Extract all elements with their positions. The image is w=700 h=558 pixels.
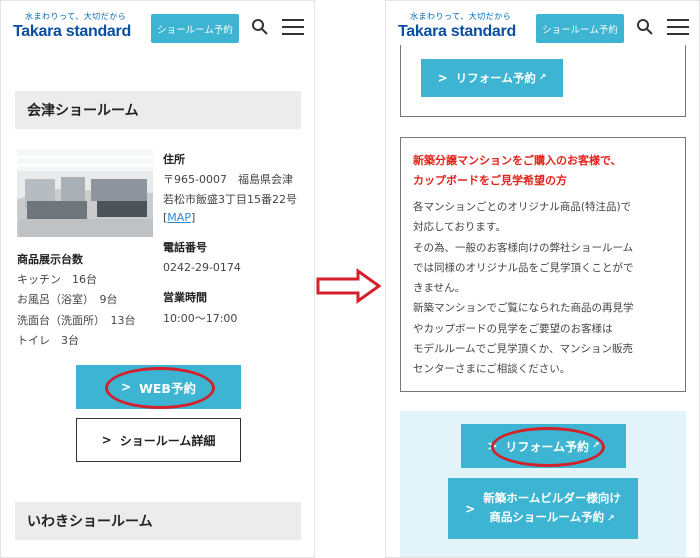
web-reserve-button[interactable]: > WEB予約 [76, 365, 241, 409]
takara-logo[interactable]: Takara standard [13, 23, 131, 41]
notice-body-line: では同様のオリジナル品をご見学頂くことがで [413, 262, 634, 274]
display-item-bath: お風呂（浴室） 9台 [17, 293, 118, 306]
showroom-photo [17, 149, 153, 237]
reform-reserve-button[interactable]: > リフォーム予約 ↗ [461, 424, 626, 468]
business-hours: 10:00～17:00 [163, 312, 238, 325]
right-phone-screen: 水まわりって、大切だから Takara standard ショールーム予約 > … [385, 0, 700, 558]
web-reserve-label: WEB予約 [139, 380, 196, 396]
logo-tagline: 水まわりって、大切だから [25, 12, 127, 21]
showroom-detail-button[interactable]: > ショールーム詳細 [76, 418, 241, 462]
notice-body-line: モデルルームでご見学頂くか、マンション販売 [413, 343, 633, 355]
reform-reserve-label: リフォーム予約 [505, 439, 590, 454]
builder-label-line-2: 商品ショールーム予約 ↗ [489, 509, 615, 524]
address-line-1: 〒965-0007 福島県会津 [163, 173, 293, 186]
external-link-icon: ↗ [538, 73, 547, 83]
chevron-right-icon: > [465, 501, 476, 516]
builder-label: 新築ホームビルダー様向け 商品ショールーム予約 ↗ [483, 489, 621, 529]
builder-showroom-reserve-button[interactable]: > 新築ホームビルダー様向け 商品ショールーム予約 ↗ [448, 478, 638, 539]
hours-heading: 営業時間 [163, 291, 207, 304]
hamburger-menu-icon[interactable] [282, 19, 304, 35]
display-item-washstand: 洗面台（洗面所） 13台 [17, 314, 136, 327]
notice-body-line: 新築マンションでご覧になられた商品の再見学 [413, 302, 634, 314]
reform-reserve-top-button[interactable]: > リフォーム予約 ↗ [421, 59, 563, 97]
hamburger-menu-icon[interactable] [667, 19, 689, 35]
chevron-right-icon: > [121, 380, 132, 394]
showroom-reserve-button[interactable]: ショールーム予約 [151, 14, 239, 43]
notice-body-line: 対応しております。 [413, 221, 506, 233]
left-phone-screen: 水まわりって、大切だから Takara standard ショールーム予約 会津… [0, 0, 315, 558]
reform-reserve-top-label: リフォーム予約 [455, 71, 536, 85]
notice-body-line: その為、一般のお客様向けの弊社ショールーム [413, 242, 634, 254]
display-item-kitchen: キッチン 16台 [17, 273, 97, 286]
notice-body-line: きません。 [413, 282, 466, 294]
address-line-2: 若松市飯盛3丁目15番22号 [163, 193, 297, 206]
logo-tagline: 水まわりって、大切だから [410, 12, 512, 21]
next-showroom-title: いわきショールーム [15, 502, 301, 540]
showroom-reserve-button[interactable]: ショールーム予約 [536, 14, 624, 43]
chevron-right-icon: > [101, 433, 112, 447]
map-link-text[interactable]: MAP [167, 211, 191, 224]
chevron-right-icon: > [487, 439, 498, 453]
showroom-title: 会津ショールーム [15, 91, 301, 129]
builder-label-line-1: 新築ホームビルダー様向け [483, 490, 621, 505]
right-arrow-icon [316, 268, 382, 304]
display-heading: 商品展示台数 [17, 253, 83, 266]
notice-title-line-2: カップボードをご見学希望の方 [413, 174, 567, 187]
address-heading: 住所 [163, 153, 185, 166]
takara-logo[interactable]: Takara standard [398, 23, 516, 41]
notice-title-line-1: 新築分譲マンションをご購入のお客様で、 [413, 154, 622, 167]
notice-body-line: センターさまにご相談ください。 [413, 363, 571, 375]
notice-body-line: 各マンションごとのオリジナル商品(特注品)で [413, 201, 632, 213]
site-header: 水まわりって、大切だから Takara standard ショールーム予約 [1, 1, 314, 65]
external-link-icon: ↗ [592, 441, 600, 451]
display-item-toilet: トイレ 3台 [17, 334, 79, 347]
showroom-detail-label: ショールーム詳細 [119, 433, 216, 448]
phone-heading: 電話番号 [163, 241, 207, 254]
phone-number[interactable]: 0242-29-0174 [163, 261, 241, 274]
map-link[interactable]: [MAP] [163, 211, 195, 224]
chevron-right-icon: > [437, 71, 448, 85]
search-icon[interactable] [251, 18, 269, 36]
external-link-icon: ↗ [607, 513, 615, 524]
search-icon[interactable] [636, 18, 654, 36]
notice-body-line: やカップボードの見学をご要望のお客様は [413, 323, 613, 335]
